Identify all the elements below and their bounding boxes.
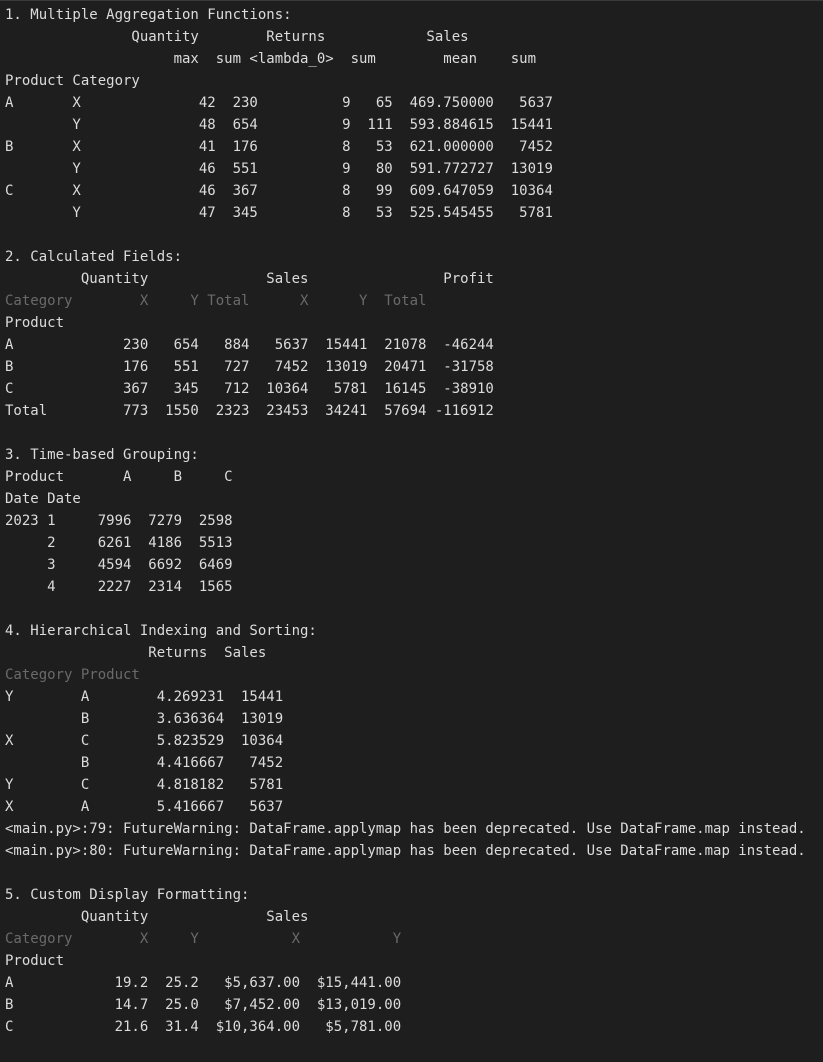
terminal-line: X A 5.416667 5637: [5, 799, 284, 815]
terminal-line: B X 41 176 8 53 621.000000 7452: [5, 139, 553, 155]
terminal-line: max sum <lambda_0> sum mean sum: [5, 51, 537, 67]
terminal-line: Y 47 345 8 53 525.545455 5781: [5, 205, 553, 221]
terminal-line: A 19.2 25.2 $5,637.00 $15,441.00: [5, 975, 402, 991]
terminal-line: 5. Custom Display Formatting:: [5, 887, 250, 903]
terminal-line: Product: [5, 315, 65, 331]
terminal-line: C 21.6 31.4 $10,364.00 $5,781.00: [5, 1019, 402, 1035]
terminal-line: B 4.416667 7452: [5, 755, 284, 771]
terminal-line: 3. Time-based Grouping:: [5, 447, 199, 463]
terminal-line: Y 46 551 9 80 591.772727 13019: [5, 161, 553, 177]
terminal-line: 2 6261 4186 5513: [5, 535, 233, 551]
terminal-line: Category X Y Total X Y Total: [5, 293, 427, 309]
terminal-line: Total 773 1550 2323 23453 34241 57694 -1…: [5, 403, 494, 419]
terminal-line: Quantity Sales: [5, 909, 309, 925]
terminal-line: A 230 654 884 5637 15441 21078 -46244: [5, 337, 494, 353]
terminal-line: Product: [5, 953, 65, 969]
terminal-line: B 3.636364 13019: [5, 711, 284, 727]
terminal-line: Product A B C: [5, 469, 233, 485]
terminal-line: <main.py>:80: FutureWarning: DataFrame.a…: [5, 843, 806, 859]
terminal-line: Quantity Sales Profit: [5, 271, 494, 287]
terminal-line: 3 4594 6692 6469: [5, 557, 233, 573]
terminal-line: B 176 551 727 7452 13019 20471 -31758: [5, 359, 494, 375]
terminal-line: Returns Sales: [5, 645, 267, 661]
terminal-output[interactable]: 1. Multiple Aggregation Functions: Quant…: [0, 0, 823, 1062]
terminal-line: B 14.7 25.0 $7,452.00 $13,019.00: [5, 997, 402, 1013]
terminal-line: Y 48 654 9 111 593.884615 15441: [5, 117, 553, 133]
terminal-line: 1. Multiple Aggregation Functions:: [5, 7, 292, 23]
terminal-line: Y C 4.818182 5781: [5, 777, 284, 793]
terminal-line: 2. Calculated Fields:: [5, 249, 183, 265]
terminal-line: Product Category: [5, 73, 528, 89]
terminal-line: Category Product: [5, 667, 140, 683]
terminal-line: <main.py>:79: FutureWarning: DataFrame.a…: [5, 821, 806, 837]
terminal-line: Y A 4.269231 15441: [5, 689, 284, 705]
terminal-line: 4 2227 2314 1565: [5, 579, 233, 595]
terminal-line: 2023 1 7996 7279 2598: [5, 513, 233, 529]
terminal-line: C X 46 367 8 99 609.647059 10364: [5, 183, 553, 199]
terminal-line: Date Date: [5, 491, 81, 507]
terminal-line: X C 5.823529 10364: [5, 733, 284, 749]
terminal-line: Quantity Returns Sales: [5, 29, 528, 45]
terminal-line: 4. Hierarchical Indexing and Sorting:: [5, 623, 317, 639]
terminal-line: Category X Y X Y: [5, 931, 402, 947]
terminal-line: C 367 345 712 10364 5781 16145 -38910: [5, 381, 494, 397]
terminal-line: A X 42 230 9 65 469.750000 5637: [5, 95, 553, 111]
